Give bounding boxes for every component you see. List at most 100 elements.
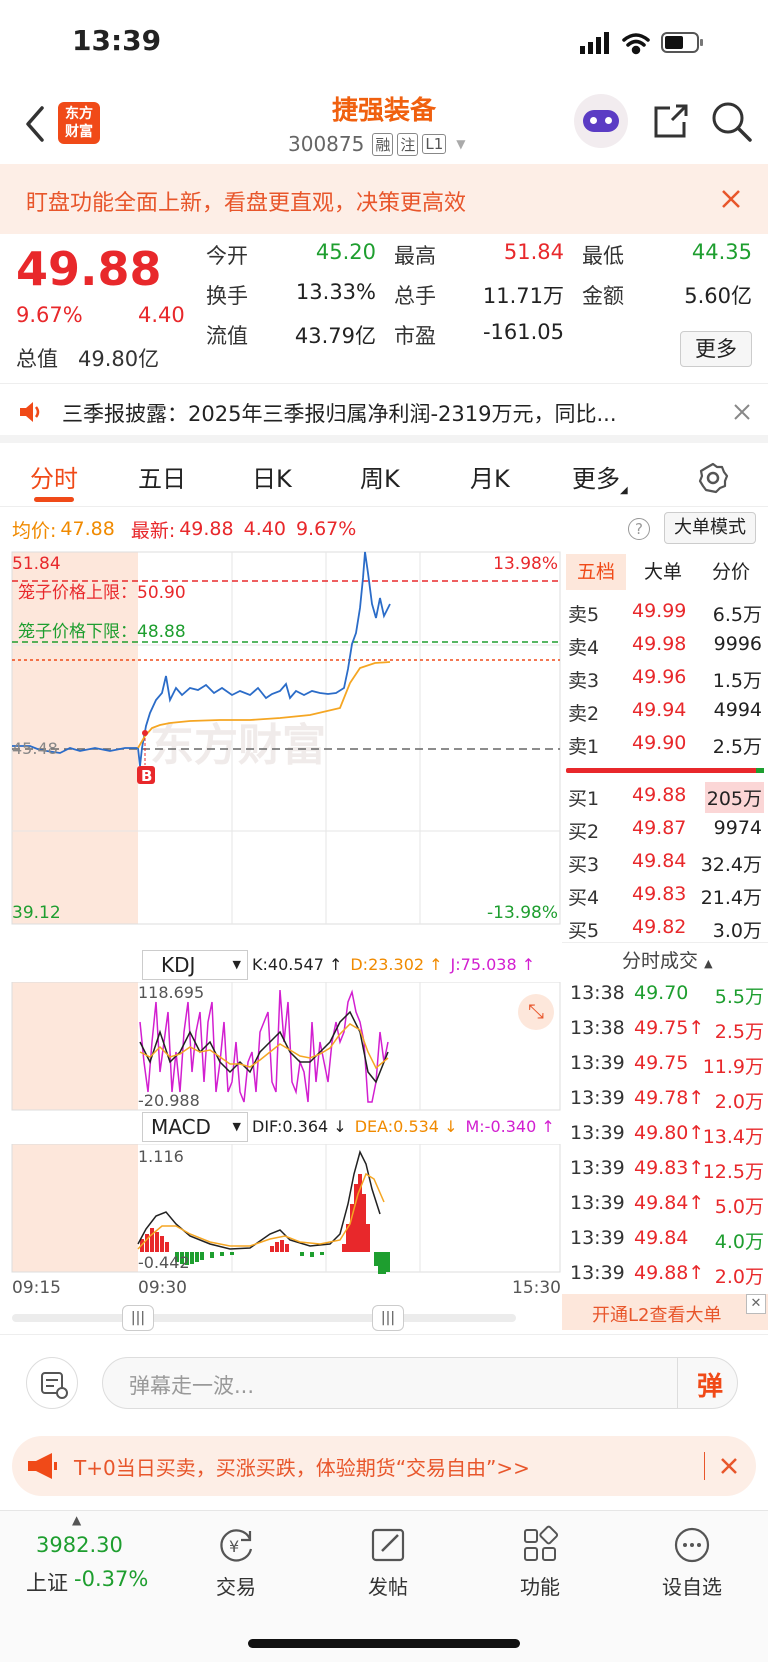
l2-upgrade-banner[interactable]: 开通L2查看大单 ✕	[562, 1294, 768, 1330]
order-level-row: 买3 49.84 32.4万	[562, 846, 768, 879]
kdj-indicator-select[interactable]: KDJ ▼	[142, 950, 248, 980]
danmaku-input[interactable]: 弹幕走一波... 弹	[102, 1357, 738, 1409]
index-name: 上证	[26, 1571, 68, 1595]
search-icon[interactable]	[710, 100, 754, 144]
order-level-row: 卖2 49.94 4994	[562, 695, 768, 728]
field-label: 金额	[582, 284, 624, 308]
yuan-cycle-icon: ¥	[220, 1529, 253, 1562]
expand-icon[interactable]: ⤡	[518, 994, 554, 1030]
trade-volume: 5.5万	[714, 986, 764, 1008]
close-icon[interactable]: ✕	[746, 1294, 766, 1314]
index-pct: -0.37%	[74, 1567, 149, 1591]
tab-intraday[interactable]: 分时	[30, 459, 78, 494]
order-level-row: 卖1 49.90 2.5万	[562, 728, 768, 761]
danmaku-placeholder: 弹幕走一波...	[129, 1374, 255, 1398]
close-icon[interactable]	[720, 188, 742, 210]
trade-row: 13:39 49.83↑ 12.5万	[562, 1153, 768, 1188]
field-label: 市盈	[394, 324, 436, 348]
notice-bar[interactable]: 三季报披露：2025年三季报归属净利润-2319万元，同比...	[0, 383, 768, 443]
tag-margin: 融	[372, 132, 394, 156]
nav-trade[interactable]: ¥ 交易	[196, 1525, 276, 1600]
order-level-row: 卖3 49.96 1.5万	[562, 662, 768, 695]
trade-price: 49.88↑	[634, 1262, 705, 1284]
tab-5day[interactable]: 五日	[138, 459, 186, 494]
field-value: 13.33%	[295, 280, 376, 304]
level-volume: 3.0万	[712, 920, 762, 942]
quote-panel: 49.88 9.67% 4.40 总值 49.80亿 今开 45.20 最高 51.8…	[0, 234, 768, 380]
level-volume: 4994	[713, 699, 762, 721]
trade-price: 49.84	[634, 1227, 689, 1249]
tab-more-label: 更多	[572, 465, 620, 493]
tab-big-orders[interactable]: 大单	[644, 554, 682, 590]
close-icon[interactable]	[720, 1457, 738, 1475]
trades-header[interactable]: 分时成交 ▲	[622, 946, 713, 973]
banner-text: 盯盘功能全面上新，看盘更直观，决策更高效	[26, 191, 467, 216]
feature-banner[interactable]: 盯盘功能全面上新，看盘更直观，决策更高效	[0, 164, 768, 234]
tab-weekly-k[interactable]: 周K	[360, 459, 400, 494]
latest-label: 最新:	[130, 519, 176, 542]
robot-avatar-icon[interactable]	[574, 94, 628, 148]
tab-more[interactable]: 更多◢	[572, 459, 628, 496]
upper-limit-label: 笼子价格上限：50.90	[18, 583, 186, 603]
svg-text:¥: ¥	[229, 1537, 239, 1556]
signal-icon	[580, 32, 609, 54]
l2-label: 开通L2查看大单	[592, 1305, 722, 1326]
more-button[interactable]: 更多	[680, 331, 752, 367]
nav-add-watchlist-label: 设自选	[662, 1575, 722, 1599]
trade-time: 13:39	[570, 1087, 625, 1109]
bottom-nav: ▲ 3982.30 上证 -0.37% ¥ 交易 发帖 功能 设自选	[0, 1510, 768, 1662]
trade-row: 13:39 49.75 11.9万	[562, 1048, 768, 1083]
slider-handle-left[interactable]: |||	[122, 1305, 154, 1331]
level-price: 49.87	[632, 817, 687, 839]
intraday-chart[interactable]: 东方财富 B 51.84 笼子价格上限：50.90 笼子价格下限：48.88 4…	[0, 548, 562, 928]
share-icon[interactable]	[650, 102, 690, 142]
trade-price: 49.84↑	[634, 1192, 705, 1214]
index-value: 3982.30	[36, 1533, 123, 1557]
macd-min: -0.442	[138, 1253, 190, 1272]
macd-indicator-select[interactable]: MACD ▼	[142, 1112, 248, 1142]
field-label: 最高	[394, 244, 436, 268]
tab-monthly-k[interactable]: 月K	[470, 459, 510, 494]
big-order-mode-button[interactable]: 大单模式	[664, 512, 756, 544]
macd-dif: DIF:0.364 ↓	[252, 1117, 347, 1136]
field-value: 11.71万	[482, 284, 564, 308]
tab-daily-k[interactable]: 日K	[252, 459, 292, 494]
macd-name: MACD	[151, 1115, 211, 1139]
trade-time: 13:39	[570, 1052, 625, 1074]
tab-five-levels[interactable]: 五档	[566, 554, 626, 590]
trade-time: 13:39	[570, 1192, 625, 1214]
range-slider[interactable]	[12, 1314, 516, 1322]
level-label: 买5	[568, 920, 600, 942]
level-label: 卖3	[568, 670, 600, 692]
promo-banner[interactable]: T+0当日买卖，买涨买跌，体验期货“交易自由”>>	[12, 1436, 756, 1496]
dropdown-icon[interactable]: ▼	[456, 137, 465, 151]
nav-add-watchlist[interactable]: 设自选	[652, 1525, 732, 1600]
nav-functions[interactable]: 功能	[500, 1525, 580, 1600]
tab-price-dist[interactable]: 分价	[712, 554, 750, 590]
axis-bottom-pct: -13.98%	[487, 903, 558, 923]
kdj-values: K:40.547 ↑ D:23.302 ↑ J:75.038 ↑	[252, 955, 535, 974]
kdj-max: 118.695	[138, 983, 204, 1002]
order-level-row: 买2 49.87 9974	[562, 813, 768, 846]
promo-text: T+0当日买卖，买涨买跌，体验期货“交易自由”>>	[74, 1456, 530, 1480]
slider-handle-right[interactable]: |||	[372, 1305, 404, 1331]
axis-bottom-price: 39.12	[12, 903, 61, 923]
help-icon[interactable]: ?	[628, 518, 650, 540]
trade-time: 13:38	[570, 982, 625, 1004]
level-volume: 21.4万	[700, 887, 762, 909]
nav-functions-label: 功能	[520, 1575, 560, 1599]
danmaku-settings-icon[interactable]	[26, 1357, 78, 1409]
trade-row: 13:39 49.84↑ 5.0万	[562, 1188, 768, 1223]
lower-limit-label: 笼子价格下限：48.88	[18, 622, 186, 642]
trade-volume: 2.0万	[714, 1266, 764, 1288]
level-label: 卖1	[568, 736, 600, 758]
level-price: 49.82	[632, 916, 687, 938]
danmaku-send-button[interactable]: 弹	[697, 1366, 723, 1403]
close-icon[interactable]	[733, 403, 751, 421]
settings-icon[interactable]	[697, 462, 729, 494]
trade-price: 49.80↑	[634, 1122, 705, 1144]
level-volume: 9974	[713, 817, 762, 839]
level-label: 买3	[568, 854, 600, 876]
nav-post[interactable]: 发帖	[348, 1525, 428, 1600]
index-widget[interactable]: ▲ 3982.30 上证 -0.37%	[20, 1511, 180, 1611]
